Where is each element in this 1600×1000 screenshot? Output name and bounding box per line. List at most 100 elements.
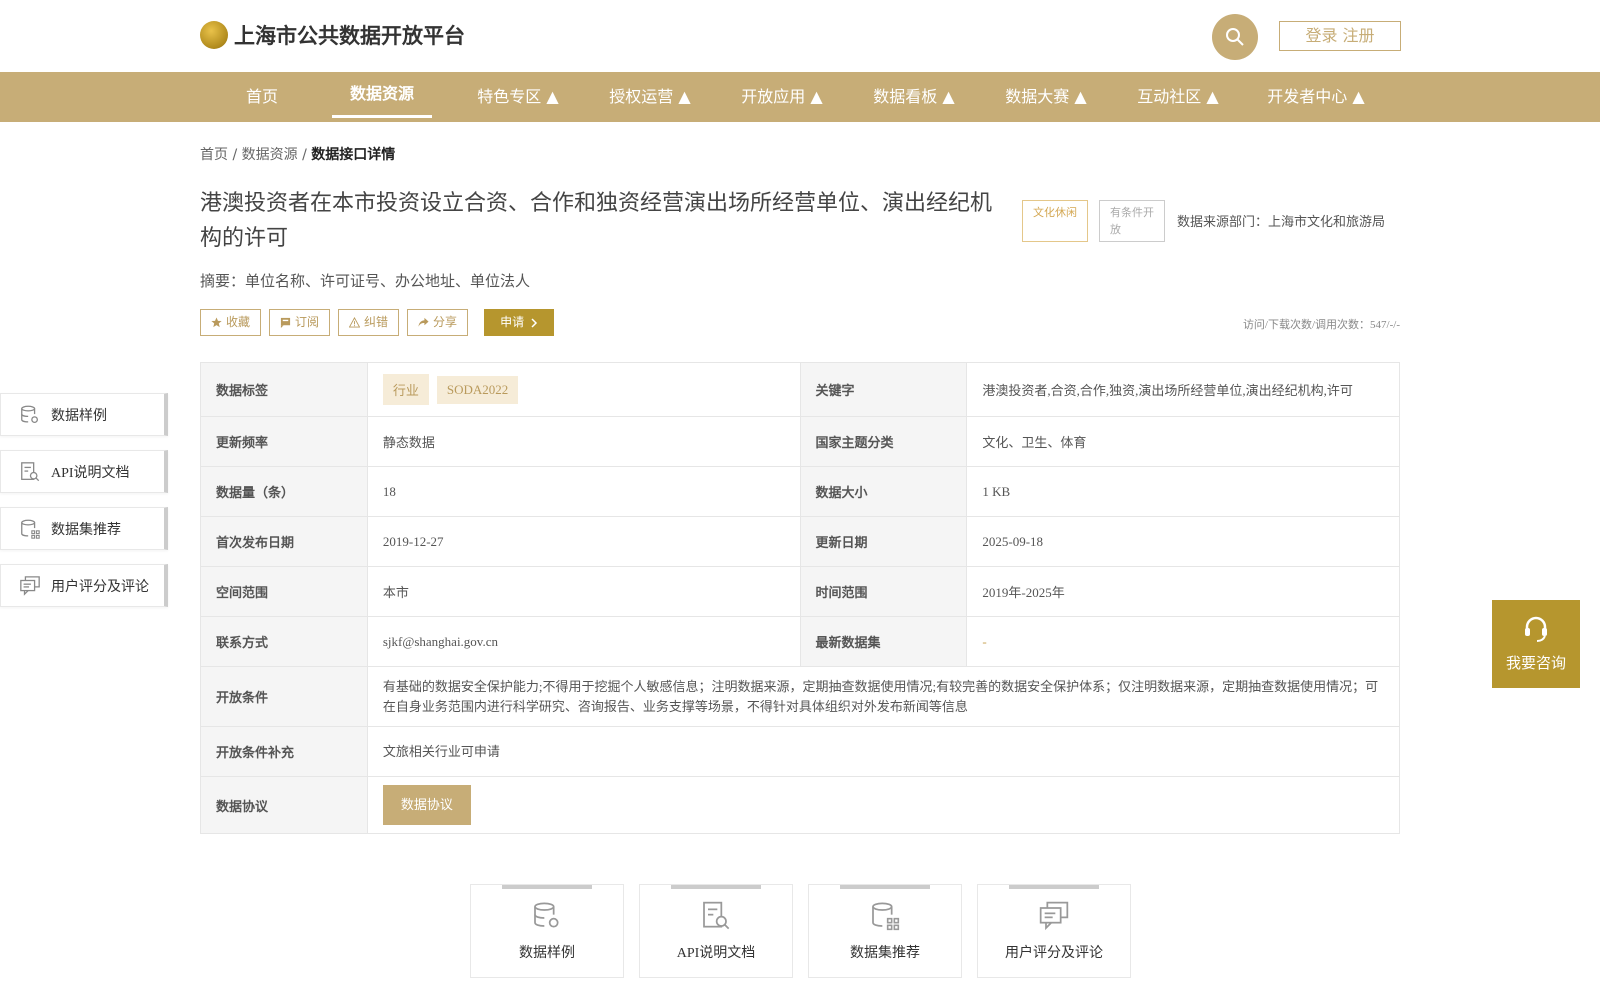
tab-data-sample[interactable]: 数据样例 [470,884,624,978]
side-item-api-doc[interactable]: API说明文档 [0,450,168,493]
table-row: 空间范围 本市 时间范围 2019年-2025年 [201,567,1400,617]
breadcrumb-separator: / [302,147,307,163]
field-label: 开放条件补充 [201,727,368,777]
consult-label: 我要咨询 [1505,654,1566,672]
tag-chip[interactable]: 行业 [382,374,429,405]
open-conditions-value: 有基础的数据安全保护能力;不得用于挖掘个人敏感信息；注明数据来源，定期抽查数据使… [367,667,1400,727]
main-nav: 首页 数据资源 特色专区 ▲ 授权运营 ▲ 开放应用 ▲ 数据看板 ▲ 数据大赛… [0,72,1600,122]
tab-label: 数据样例 [519,946,575,961]
site-logo[interactable]: 上海市公共数据开放平台 [200,20,465,50]
size-value: 1 KB [967,467,1400,517]
table-row: 开放条件 有基础的数据安全保护能力;不得用于挖掘个人敏感信息；注明数据来源，定期… [201,667,1400,727]
headset-icon [1525,616,1547,642]
agreement-cell: 数据协议 [367,777,1400,834]
time-value: 2019年-2025年 [967,567,1400,617]
keywords-value: 港澳投资者,合资,合作,独资,演出场所经营单位,演出经纪机构,许可 [967,363,1400,417]
favorite-button[interactable]: 收藏 [200,309,262,336]
field-label: 国家主题分类 [800,417,968,467]
nav-item-data-resources[interactable]: 数据资源 [332,72,432,122]
open-type-tag: 有条件开放 [1099,200,1165,242]
table-row: 首次发布日期 2019-12-27 更新日期 2025-09-18 [201,517,1400,567]
report-error-button[interactable]: 纠错 [338,309,400,336]
field-label: 关键字 [800,363,968,417]
nav-item-dashboard[interactable]: 数据看板 ▲ [864,72,964,122]
count-value: 18 [367,467,801,517]
tab-label: 用户评分及评论 [1005,946,1103,961]
search-button[interactable] [1212,14,1258,60]
tag-chip[interactable]: SODA2022 [436,375,519,404]
comment-icon [1039,901,1069,931]
frequency-value: 静态数据 [367,417,801,467]
dataset-title: 港澳投资者在本市投资设立合资、合作和独资经营演出场所经营单位、演出经纪机构的许可 [200,191,993,251]
field-label: 首次发布日期 [201,517,368,567]
database-settings-icon [21,405,38,423]
action-bar: 收藏 订阅 纠错 分享 申请 [200,309,555,336]
site-title: 上海市公共数据开放平台 [234,24,465,48]
nav-item-home[interactable]: 首页 [234,72,290,122]
side-item-label: 数据集推荐 [51,522,121,538]
nav-item-competition[interactable]: 数据大赛 ▲ [996,72,1096,122]
side-item-label: 用户评分及评论 [51,579,149,595]
database-grid-icon [21,519,40,539]
space-value: 本市 [367,567,801,617]
share-button[interactable]: 分享 [407,309,469,336]
database-grid-icon [872,902,900,931]
latest-dataset-link[interactable]: - [967,617,1400,667]
document-search-icon [21,461,40,481]
subscribe-button[interactable]: 订阅 [269,309,331,336]
login-register-button[interactable]: 登录 注册 [1279,21,1401,51]
favorite-label: 收藏 [226,315,251,329]
open-conditions-extra-value: 文旅相关行业可申请 [367,727,1400,777]
tab-comments[interactable]: 用户评分及评论 [977,884,1131,978]
side-item-data-sample[interactable]: 数据样例 [0,393,168,436]
city-emblem-icon [200,21,228,49]
apply-button[interactable]: 申请 [484,309,555,336]
nav-item-authorized-ops[interactable]: 授权运营 ▲ [600,72,700,122]
field-label: 开放条件 [201,667,368,727]
breadcrumb: 首页 / 数据资源 / 数据接口详情 [200,144,395,164]
visit-download-stats: 访问/下载次数/调用次数：547/-/- [1242,319,1400,331]
comment-icon [20,575,40,596]
contact-value: sjkf@shanghai.gov.cn [367,617,801,667]
table-row: 更新频率 静态数据 国家主题分类 文化、卫生、体育 [201,417,1400,467]
chevron-right-icon [531,317,538,328]
field-label: 空间范围 [201,567,368,617]
table-row: 数据标签 行业 SODA2022 关键字 港澳投资者,合资,合作,独资,演出场所… [201,363,1400,417]
field-label: 时间范围 [800,567,968,617]
share-icon [418,317,429,327]
table-row: 开放条件补充 文旅相关行业可申请 [201,727,1400,777]
consult-button[interactable]: 我要咨询 [1492,600,1580,688]
table-row: 数据量（条） 18 数据大小 1 KB [201,467,1400,517]
field-label: 数据大小 [800,467,968,517]
document-search-icon [703,901,730,930]
side-anchor-menu: 数据样例 API说明文档 数据集推荐 用户评分及评论 [0,393,168,621]
side-item-comments[interactable]: 用户评分及评论 [0,564,168,607]
nav-item-open-apps[interactable]: 开放应用 ▲ [732,72,832,122]
tab-recommend[interactable]: 数据集推荐 [808,884,962,978]
category-tag: 文化休闲 [1022,200,1088,242]
nav-item-community[interactable]: 互动社区 ▲ [1128,72,1228,122]
star-icon [211,317,222,328]
table-row: 数据协议 数据协议 [201,777,1400,834]
tab-api-doc[interactable]: API说明文档 [639,884,793,978]
breadcrumb-home[interactable]: 首页 [200,147,228,163]
nav-item-featured[interactable]: 特色专区 ▲ [468,72,568,122]
nav-item-developer[interactable]: 开发者中心 ▲ [1258,72,1374,122]
field-label: 数据协议 [201,777,368,834]
field-label: 更新日期 [800,517,968,567]
dataset-info-table: 数据标签 行业 SODA2022 关键字 港澳投资者,合资,合作,独资,演出场所… [200,362,1400,834]
table-row: 联系方式 sjkf@shanghai.gov.cn 最新数据集 - [201,617,1400,667]
report-error-label: 纠错 [364,315,389,329]
data-agreement-button[interactable]: 数据协议 [382,785,471,825]
breadcrumb-separator: / [232,147,238,163]
breadcrumb-data-resources[interactable]: 数据资源 [242,147,298,163]
field-label: 联系方式 [201,617,368,667]
site-header: 上海市公共数据开放平台 登录 注册 [0,0,1600,72]
dataset-summary: 摘要：单位名称、许可证号、办公地址、单位法人 [200,272,531,290]
side-item-recommend[interactable]: 数据集推荐 [0,507,168,550]
warning-icon [349,317,361,328]
tag-chips: 行业 SODA2022 [367,363,801,417]
bookmark-icon [280,317,291,328]
field-label: 更新频率 [201,417,368,467]
theme-value: 文化、卫生、体育 [967,417,1400,467]
